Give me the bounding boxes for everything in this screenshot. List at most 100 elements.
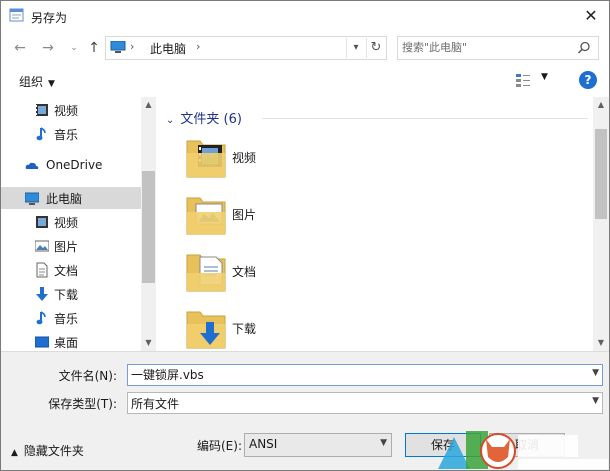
nav-item-label: 音乐 [54,312,79,326]
encoding-value: ANSI [249,437,278,451]
chevron-down-icon: ⌄ [166,115,175,126]
breadcrumb-separator: › [196,40,201,53]
group-divider [262,118,588,119]
search-input[interactable] [402,39,570,55]
scroll-down-icon[interactable]: ▼ [141,335,156,351]
computer-icon [110,41,126,53]
documents-icon [36,262,48,278]
nav-item-videos[interactable]: 视频 [1,211,141,233]
navigation-pane: 视频 音乐 OneDrive 此电脑 视频 图片 文档 下载 音乐 桌面 ▲ ▼ [1,97,156,351]
nav-item-label: 此电脑 [46,192,83,206]
filetype-label: 保存类型(T): [48,397,117,411]
nav-item-onedrive[interactable]: OneDrive [1,155,141,177]
folder-item-pictures[interactable]: 图片 [186,192,486,240]
breadcrumb-separator: › [130,40,135,53]
up-button[interactable]: ↑ [85,39,103,57]
chevron-down-icon: ▼ [380,438,387,448]
music-icon [36,127,46,141]
filetype-select[interactable]: 所有文件 ▼ [127,392,603,414]
refresh-icon[interactable]: ↻ [366,38,385,58]
encoding-label: 编码(E): [197,439,242,453]
nav-item-label: 视频 [54,216,79,230]
folder-label: 图片 [232,208,257,222]
file-list-pane: ⌄ 文件夹 (6) 视频 图片 文档 下载 ▲ ▼ [158,97,609,351]
filename-input[interactable] [131,366,571,383]
pictures-icon [35,240,49,252]
title-bar: 另存为 ✕ [1,1,609,31]
notepad-icon [9,8,24,22]
file-list-scrollbar[interactable]: ▲ ▼ [593,97,609,351]
group-header-label: 文件夹 (6) [180,112,242,127]
video-icon [36,104,48,116]
music-icon [36,311,46,325]
nav-item-label: 音乐 [54,128,79,142]
group-header[interactable]: ⌄ 文件夹 (6) [166,108,242,127]
address-dropdown-icon[interactable]: ▾ [346,38,365,58]
search-icon[interactable] [576,40,592,56]
chevron-up-icon: ▲ [11,448,18,458]
desktop-icon [35,336,49,348]
folder-label: 视频 [232,151,257,165]
organize-label: 组织 [19,75,44,89]
pictures-folder-icon [186,197,226,235]
address-bar[interactable]: › 此电脑 › ▾ ↻ [105,36,387,60]
downloads-icon [36,287,48,301]
nav-item-pictures[interactable]: 图片 [1,235,141,257]
nav-item-documents[interactable]: 文档 [1,259,141,281]
toolbar: 组织 ▼ ▼ ? [1,67,609,95]
cancel-button[interactable]: 取消 [489,433,565,457]
chevron-down-icon: ▼ [48,79,55,89]
scroll-up-icon[interactable]: ▲ [141,97,156,113]
save-as-dialog: 另存为 ✕ ← → ⌄ ↑ › 此电脑 › ▾ ↻ 组织 ▼ [0,0,610,471]
breadcrumb-this-pc[interactable]: 此电脑 [150,40,186,57]
documents-folder-icon [186,254,226,292]
nav-item-videos[interactable]: 视频 [1,99,141,121]
view-options-icon[interactable] [515,72,531,88]
nav-item-label: 图片 [54,240,79,254]
nav-pane-scrollbar[interactable]: ▲ ▼ [141,97,156,351]
downloads-folder-icon [186,311,226,349]
window-title: 另存为 [31,11,68,25]
chevron-down-icon[interactable]: ▼ [592,368,599,378]
back-button[interactable]: ← [11,39,29,57]
encoding-select[interactable]: ANSI ▼ [244,433,392,457]
nav-item-music[interactable]: 音乐 [1,307,141,329]
view-dropdown-icon[interactable]: ▼ [541,72,548,82]
onedrive-icon [25,162,39,169]
scroll-down-icon[interactable]: ▼ [593,335,609,351]
scrollbar-thumb[interactable] [142,171,155,283]
nav-item-label: OneDrive [46,158,103,172]
nav-item-this-pc[interactable]: 此电脑 [1,187,141,209]
nav-item-label: 桌面 [54,336,79,350]
nav-item-label: 视频 [54,104,79,118]
filetype-value: 所有文件 [131,397,180,411]
save-form: 文件名(N): ▼ 保存类型(T): 所有文件 ▼ ▲隐藏文件夹 编码(E): … [1,351,609,470]
folder-item-videos[interactable]: 视频 [186,135,486,183]
scroll-up-icon[interactable]: ▲ [593,97,609,113]
scrollbar-thumb[interactable] [595,129,607,219]
video-icon [36,216,48,228]
hide-folders-label: 隐藏文件夹 [23,444,84,458]
organize-button[interactable]: 组织 ▼ [19,73,55,90]
nav-item-label: 下载 [54,288,79,302]
nav-item-desktop[interactable]: 桌面 [1,331,141,351]
forward-button[interactable]: → [39,39,57,57]
folder-label: 下载 [232,322,257,336]
close-button[interactable]: ✕ [579,5,603,27]
nav-item-downloads[interactable]: 下载 [1,283,141,305]
nav-item-music[interactable]: 音乐 [1,123,141,145]
save-button[interactable]: 保存 [405,433,481,457]
chevron-down-icon: ▼ [592,396,599,406]
help-icon[interactable]: ? [579,71,597,89]
computer-icon [25,192,39,205]
video-folder-icon [186,140,226,178]
filename-field[interactable]: ▼ [127,364,603,386]
recent-locations-button[interactable]: ⌄ [65,39,83,57]
nav-item-label: 文档 [54,264,79,278]
folder-item-downloads[interactable]: 下载 [186,306,486,351]
search-box[interactable] [397,36,599,60]
folder-label: 文档 [232,265,257,279]
folder-item-documents[interactable]: 文档 [186,249,486,297]
hide-folders-toggle[interactable]: ▲ 隐藏文件夹 [11,442,84,459]
filename-label: 文件名(N): [58,369,117,383]
